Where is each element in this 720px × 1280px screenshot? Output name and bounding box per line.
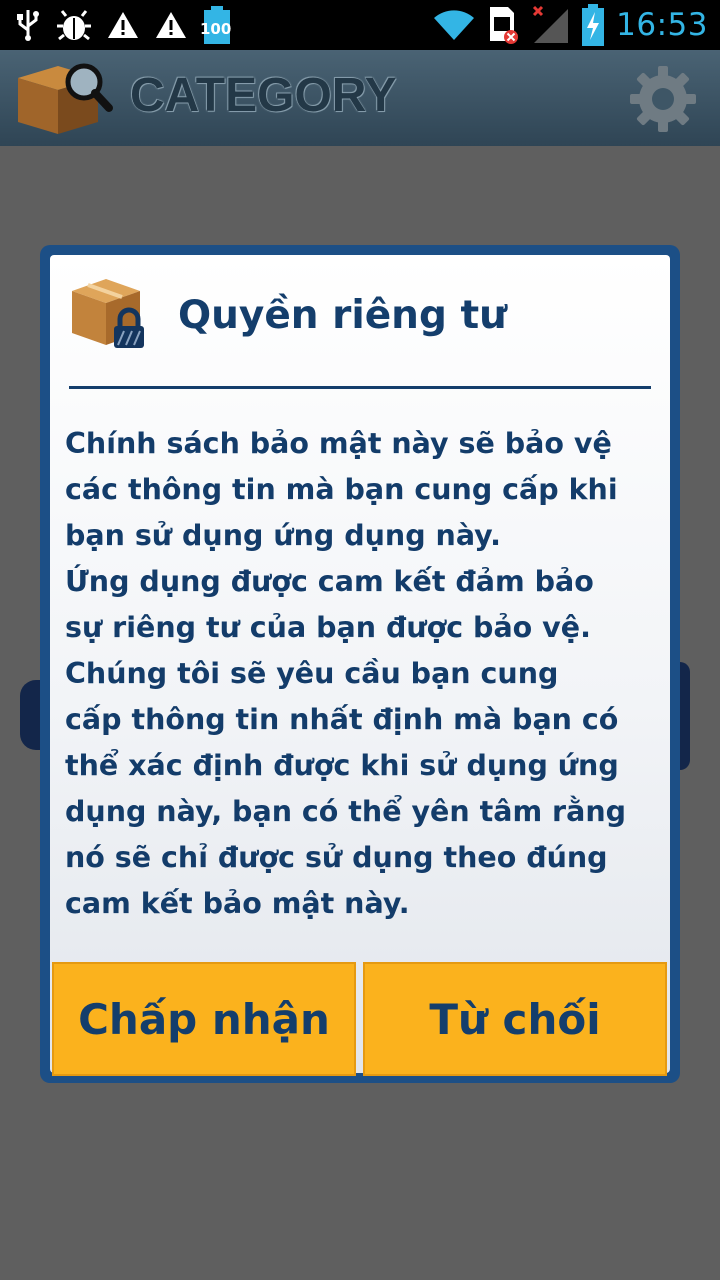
decline-button[interactable]: Từ chối: [363, 962, 667, 1076]
accept-button[interactable]: Chấp nhận: [52, 962, 356, 1076]
battery-100-icon: 100: [200, 6, 232, 44]
battery-badge: 100: [200, 20, 232, 38]
dialog-title: Quyền riêng tư: [178, 293, 507, 338]
warning-icon: [108, 12, 138, 38]
divider: [69, 386, 651, 389]
privacy-policy-text: Chính sách bảo mật này sẽ bảo vệ các thô…: [65, 427, 627, 920]
app-bar: CATEGORY: [0, 50, 720, 146]
signal-no-service-icon: [533, 5, 569, 43]
usb-icon: [17, 10, 39, 41]
clock: 16:53: [616, 7, 708, 43]
box-search-icon: [18, 63, 113, 134]
battery-charging-icon: [582, 4, 605, 46]
privacy-dialog: Quyền riêng tư Chính sách bảo mật này sẽ…: [40, 245, 680, 1083]
gear-icon[interactable]: [628, 64, 698, 134]
dialog-panel: Quyền riêng tư Chính sách bảo mật này sẽ…: [50, 255, 670, 1076]
debug-bug-icon: [57, 10, 91, 41]
box-lock-icon: [72, 279, 144, 348]
warning-icon: [156, 12, 186, 38]
wifi-icon: [434, 10, 475, 40]
sim-error-icon: [490, 7, 519, 44]
status-bar: 100 16:53: [0, 0, 720, 50]
app-title: CATEGORY: [130, 69, 397, 122]
